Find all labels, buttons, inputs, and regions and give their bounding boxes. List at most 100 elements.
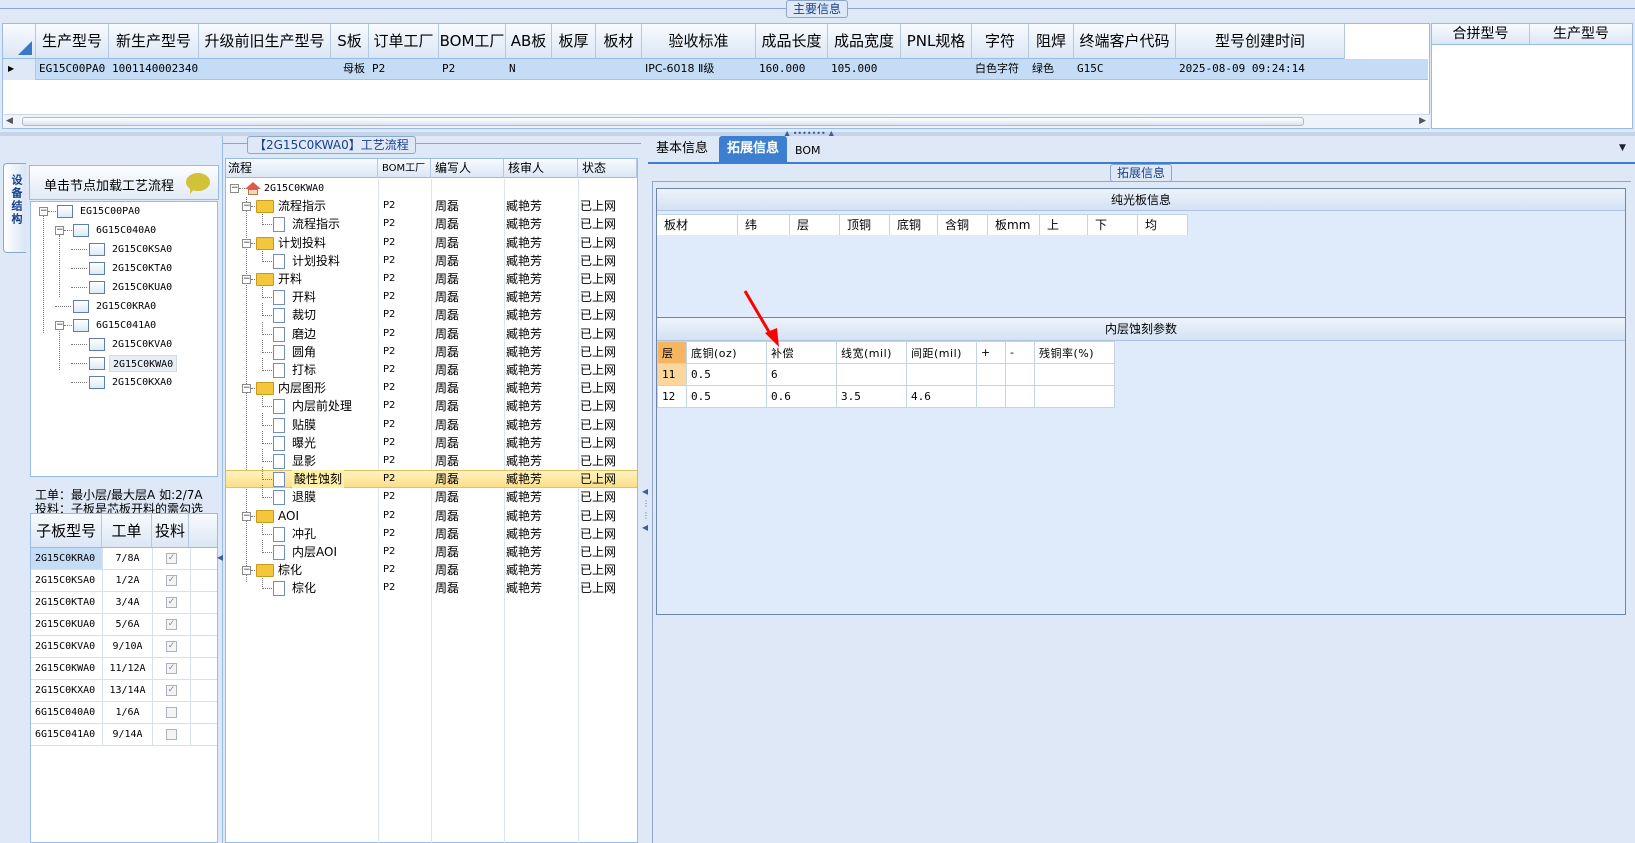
flow-row[interactable] — [226, 579, 637, 597]
column-header[interactable]: 状态 — [578, 159, 637, 178]
feed-checkbox[interactable]: ✓ — [166, 619, 177, 630]
flow-row[interactable] — [226, 452, 637, 470]
column-header[interactable]: - — [1005, 341, 1035, 364]
expand-toggle-icon[interactable]: − — [242, 384, 251, 394]
sub-board-row[interactable]: 2G15C0KWA0 11/12A ✓ — [31, 658, 217, 680]
column-header[interactable]: 顶铜 — [840, 215, 890, 235]
load-hint-bar[interactable]: 单击节点加载工艺流程 — [29, 165, 219, 200]
etch-cell[interactable] — [976, 385, 1006, 408]
flow-row[interactable] — [226, 470, 637, 489]
column-header[interactable]: 纬 — [738, 215, 790, 235]
expand-toggle-icon[interactable]: − — [242, 511, 251, 521]
scroll-right-icon[interactable]: ▶ — [1419, 116, 1426, 126]
column-header[interactable]: S板 — [331, 24, 369, 59]
flow-row[interactable] — [226, 325, 637, 343]
column-header[interactable]: 核审人 — [504, 159, 578, 178]
expand-toggle-icon[interactable]: − — [55, 321, 64, 330]
tree-node[interactable]: 2G15C0KWA0 — [109, 355, 178, 372]
flow-row[interactable] — [226, 215, 637, 233]
column-header[interactable]: BOM工厂 — [439, 24, 506, 59]
column-header[interactable]: 残铜率(%) — [1034, 341, 1115, 364]
flow-row[interactable] — [226, 343, 637, 361]
flow-root-node[interactable]: 2G15C0KWA0 — [264, 180, 324, 198]
etch-cell[interactable]: 4.6 — [906, 385, 977, 408]
flow-row[interactable] — [226, 434, 637, 452]
feed-checkbox[interactable] — [166, 729, 177, 740]
flow-row[interactable] — [226, 288, 637, 306]
flow-row[interactable] — [226, 397, 637, 415]
expand-toggle-icon[interactable]: − — [55, 226, 64, 235]
flow-row[interactable] — [226, 252, 637, 270]
expand-toggle-icon[interactable]: − — [242, 566, 251, 576]
feed-checkbox[interactable]: ✓ — [166, 641, 177, 652]
feed-checkbox[interactable] — [166, 707, 177, 718]
etch-cell[interactable]: 6 — [766, 363, 837, 386]
column-header[interactable]: 型号创建时间 — [1176, 24, 1345, 59]
etch-cell[interactable] — [976, 363, 1006, 386]
column-header[interactable]: 成品宽度 — [828, 24, 901, 59]
sub-board-row[interactable]: 2G15C0KUA0 5/6A ✓ — [31, 614, 217, 636]
tree-node[interactable]: 6G15C040A0 — [93, 222, 159, 239]
tree-node[interactable]: 6G15C041A0 — [93, 317, 159, 334]
column-header[interactable]: 编写人 — [431, 159, 504, 178]
sub-board-row[interactable]: 2G15C0KSA0 1/2A ✓ — [31, 570, 217, 592]
feed-checkbox[interactable]: ✓ — [166, 597, 177, 608]
expand-toggle-icon[interactable]: − — [242, 238, 251, 248]
etch-cell[interactable] — [1034, 385, 1115, 408]
scroll-thumb[interactable] — [22, 117, 1304, 126]
feed-checkbox[interactable]: ✓ — [166, 663, 177, 674]
flow-row[interactable] — [226, 306, 637, 324]
tree-node[interactable]: EG15C00PA0 — [77, 203, 143, 220]
column-header[interactable]: AB板 — [506, 24, 552, 59]
etch-cell[interactable]: 0.5 — [686, 385, 767, 408]
column-header[interactable]: 子板型号 — [31, 514, 103, 547]
horizontal-scrollbar[interactable]: ◀ ▶ — [4, 114, 1430, 128]
expand-toggle-icon[interactable]: − — [242, 202, 251, 212]
column-header[interactable]: 订单工厂 — [369, 24, 439, 59]
scroll-left-icon[interactable]: ◀ — [6, 116, 13, 126]
tab-bom[interactable]: BOM — [787, 138, 829, 164]
column-header[interactable]: 生产型号 — [36, 24, 109, 59]
tree-node[interactable]: 2G15C0KSA0 — [109, 241, 175, 258]
tab-extended-info[interactable]: 拓展信息 — [719, 136, 788, 162]
etch-row[interactable]: 11 0.5 6 — [657, 363, 1115, 386]
sub-board-row[interactable]: 6G15C040A0 1/6A — [31, 702, 217, 724]
tab-dropdown-icon[interactable]: ▼ — [1619, 143, 1626, 153]
column-header[interactable]: 层 — [657, 341, 687, 364]
expand-toggle-icon[interactable]: − — [230, 184, 239, 193]
column-header[interactable]: BOM工厂 — [378, 159, 431, 178]
column-header[interactable]: 升级前旧生产型号 — [199, 24, 331, 59]
column-header[interactable]: 投料 — [152, 514, 190, 547]
column-header[interactable]: 工单 — [102, 514, 152, 547]
column-header[interactable]: 底铜 — [890, 215, 938, 235]
sub-board-row[interactable]: 2G15C0KTA0 3/4A ✓ — [31, 592, 217, 614]
sub-board-row[interactable]: 2G15C0KVA0 9/10A ✓ — [31, 636, 217, 658]
flow-row[interactable] — [226, 361, 637, 379]
etch-cell[interactable]: 11 — [657, 363, 687, 386]
flow-row[interactable] — [226, 416, 637, 434]
flow-row[interactable] — [226, 525, 637, 543]
expand-toggle-icon[interactable]: − — [242, 275, 251, 284]
sub-board-row[interactable]: 2G15C0KXA0 13/14A ✓ — [31, 680, 217, 702]
tree-node[interactable]: 2G15C0KVA0 — [109, 336, 175, 353]
etch-cell[interactable] — [1005, 385, 1035, 408]
etch-cell[interactable] — [836, 363, 907, 386]
etch-cell[interactable]: 12 — [657, 385, 687, 408]
tree-node[interactable]: 2G15C0KUA0 — [109, 279, 175, 296]
column-header[interactable]: 成品长度 — [756, 24, 828, 59]
etch-cell[interactable] — [1005, 363, 1035, 386]
product-row[interactable]: EG15C00PA0 10011400023403 母板 P2 P2 N IPC-6018 … — [36, 59, 1428, 80]
column-header[interactable]: 板材 — [596, 24, 642, 59]
tree-node[interactable]: 2G15C0KTA0 — [109, 260, 175, 277]
column-header[interactable]: 终端客户代码 — [1074, 24, 1176, 59]
etch-cell[interactable]: 0.5 — [686, 363, 767, 386]
column-header[interactable]: 流程 — [226, 159, 378, 178]
sub-board-row[interactable]: 2G15C0KRA0 7/8A ✓ — [31, 548, 217, 570]
feed-checkbox[interactable]: ✓ — [166, 685, 177, 696]
flow-row[interactable] — [226, 488, 637, 506]
etch-cell[interactable]: 3.5 — [836, 385, 907, 408]
column-header[interactable]: + — [976, 341, 1006, 364]
column-header[interactable]: 阻焊 — [1029, 24, 1074, 59]
etch-row[interactable]: 12 0.5 0.6 3.5 4.6 — [657, 385, 1115, 408]
sub-board-row[interactable]: 6G15C041A0 9/14A — [31, 724, 217, 746]
